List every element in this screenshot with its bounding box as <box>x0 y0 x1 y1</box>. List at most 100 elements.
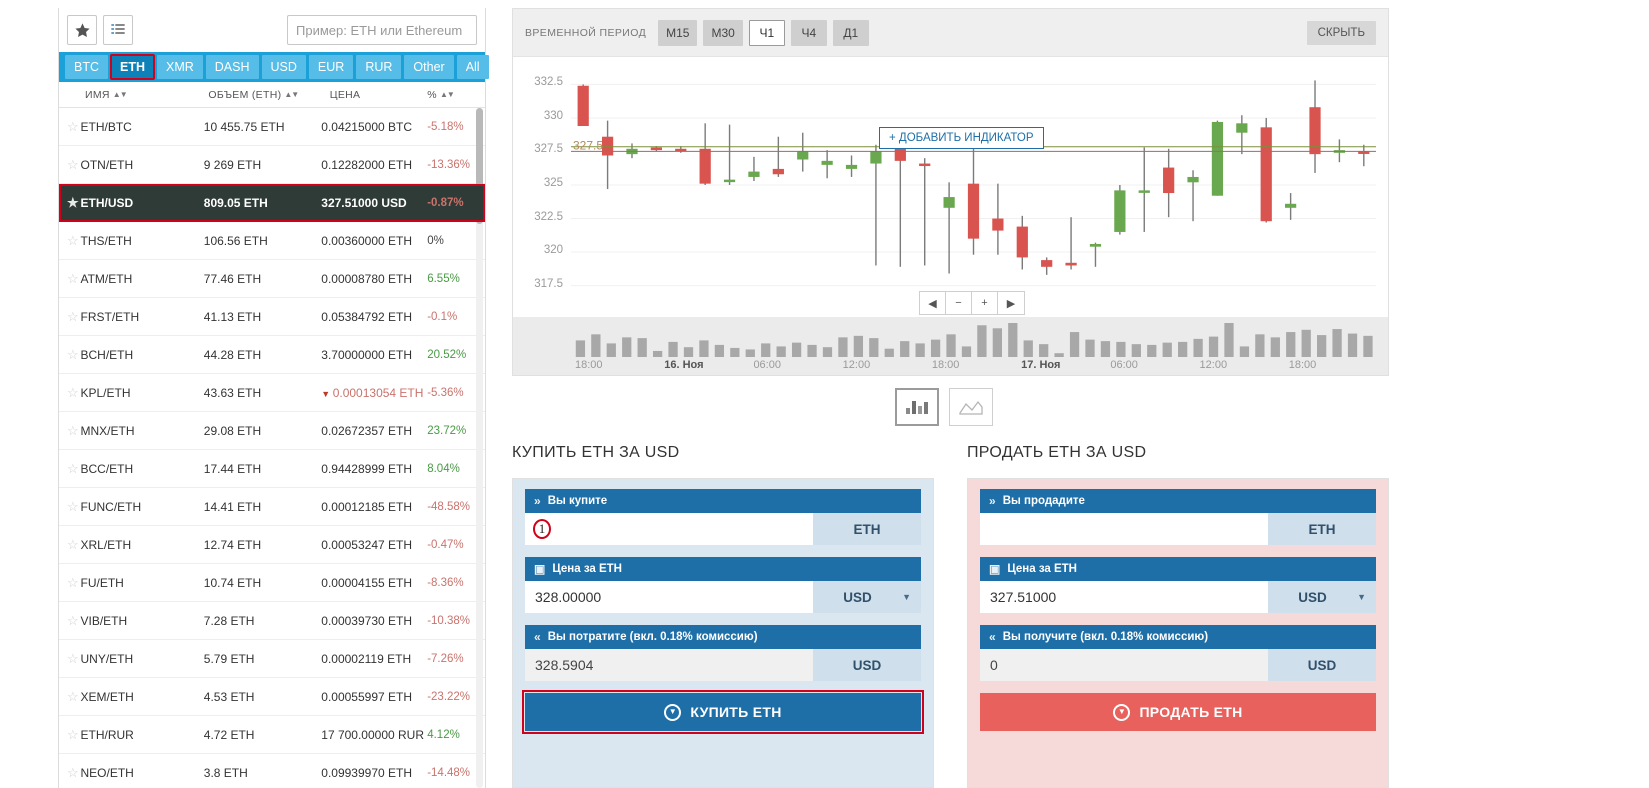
star-filled-icon[interactable]: ★ <box>59 195 80 211</box>
star-outline-icon[interactable]: ☆ <box>59 385 80 401</box>
sort-arrows-icon[interactable]: ▲▼ <box>113 90 128 99</box>
sell-total-header: « Вы получите (вкл. 0.18% комиссию) <box>980 625 1376 649</box>
star-outline-icon[interactable]: ☆ <box>59 613 80 629</box>
cell-price: 0.00012185 ETH <box>321 499 412 514</box>
table-row[interactable]: ☆ ATM/ETH 77.46 ETH 0.00008780 ETH 6.55% <box>59 260 485 298</box>
column-header-price[interactable]: ЦЕНА <box>330 89 428 101</box>
table-row[interactable]: ☆ FRST/ETH 41.13 ETH 0.05384792 ETH -0.1% <box>59 298 485 336</box>
currency-tab-all[interactable]: All <box>456 55 489 79</box>
star-outline-icon[interactable]: ☆ <box>59 689 80 705</box>
x-axis-tick-label: 18:00 <box>931 359 960 371</box>
table-row[interactable]: ☆ KPL/ETH 43.63 ETH ▼ 0.00013054 ETH -5.36% <box>59 374 485 412</box>
table-row[interactable]: ☆ ETH/RUR 4.72 ETH 17 700.00000 RUR 4.12% <box>59 716 485 754</box>
table-row[interactable]: ☆ MNX/ETH 29.08 ETH 0.02672357 ETH 23.72% <box>59 412 485 450</box>
zoom-in-button[interactable]: + <box>972 292 998 314</box>
search-input[interactable] <box>287 15 477 45</box>
table-row[interactable]: ☆ XRL/ETH 12.74 ETH 0.00053247 ETH -0.47% <box>59 526 485 564</box>
sort-arrows-icon[interactable]: ▲▼ <box>440 90 455 99</box>
table-row[interactable]: ☆ NEO/ETH 3.8 ETH 0.09939970 ETH -14.48% <box>59 754 485 788</box>
star-outline-icon[interactable]: ☆ <box>59 765 80 781</box>
table-row[interactable]: ☆ XEM/ETH 4.53 ETH 0.00055997 ETH -23.22% <box>59 678 485 716</box>
star-outline-icon[interactable]: ☆ <box>59 499 80 515</box>
timeframe-label: ВРЕМЕННОЙ ПЕРИОД <box>525 26 647 39</box>
timeframe-button-m30[interactable]: M30 <box>703 19 743 46</box>
table-row[interactable]: ☆ THS/ETH 106.56 ETH 0.00360000 ETH 0% <box>59 222 485 260</box>
x-axis-tick-label: 16. Ноя <box>664 359 704 371</box>
column-header-volume[interactable]: ОБЪЕМ (ETH) ▲▼ <box>208 89 329 101</box>
table-row[interactable]: ☆ BCH/ETH 44.28 ETH 3.70000000 ETH 20.52% <box>59 336 485 374</box>
buy-amount-input[interactable] <box>525 513 813 545</box>
star-outline-icon[interactable]: ☆ <box>59 233 80 249</box>
currency-tab-btc[interactable]: BTC <box>65 55 108 79</box>
sell-total-input <box>980 649 1268 681</box>
candlestick-chart[interactable]: + ДОБАВИТЬ ИНДИКАТОР 327.5 317.5 320 322.5… <box>513 57 1388 317</box>
star-outline-icon[interactable]: ☆ <box>59 575 80 591</box>
sell-submit-button[interactable]: ▼ ПРОДАТЬ ETH <box>980 693 1376 731</box>
sell-amount-input[interactable] <box>980 513 1268 545</box>
pan-left-button[interactable]: ◀ <box>920 292 946 314</box>
table-row[interactable]: ☆ ETH/BTC 10 455.75 ETH 0.04215000 BTC -5.18… <box>59 108 485 146</box>
price-chart-card: ВРЕМЕННОЙ ПЕРИОД M15 M30 Ч1 Ч4 Д1 СКРЫТЬ + Д… <box>512 8 1389 376</box>
pan-right-button[interactable]: ▶ <box>998 292 1024 314</box>
table-row[interactable]: ☆ OTN/ETH 9 269 ETH 0.12282000 ETH -13.36% <box>59 146 485 184</box>
cell-price: 0.09939970 ETH <box>321 765 412 780</box>
star-icon[interactable] <box>67 15 97 45</box>
star-outline-icon[interactable]: ☆ <box>59 309 80 325</box>
column-header-name-label: ИМЯ <box>85 88 110 101</box>
sell-price-currency-select[interactable]: USD ▼ <box>1268 581 1376 613</box>
buy-submit-button[interactable]: ▼ КУПИТЬ ETH <box>522 690 924 734</box>
column-header-name[interactable]: ИМЯ ▲▼ <box>59 89 208 101</box>
cell-price: 0.00004155 ETH <box>321 575 412 590</box>
star-outline-icon[interactable]: ☆ <box>59 347 80 363</box>
star-outline-icon[interactable]: ☆ <box>59 651 80 667</box>
star-outline-icon[interactable]: ☆ <box>59 157 80 173</box>
zoom-out-button[interactable]: − <box>946 292 972 314</box>
candlestick-chart-icon[interactable] <box>895 388 939 426</box>
star-outline-icon[interactable]: ☆ <box>59 423 80 439</box>
star-outline-icon[interactable]: ☆ <box>59 119 80 135</box>
currency-tab-usd[interactable]: USD <box>261 55 306 79</box>
cell-pair: XEM/ETH <box>80 689 134 704</box>
table-row[interactable]: ☆ FU/ETH 10.74 ETH 0.00004155 ETH -8.36% <box>59 564 485 602</box>
buy-total-group: « Вы потратите (вкл. 0.18% комиссию) USD <box>525 625 921 681</box>
sell-form-title: ПРОДАТЬ ETH ЗА USD <box>967 444 1147 461</box>
cell-volume: 43.63 ETH <box>203 385 262 400</box>
timeframe-button-m15[interactable]: M15 <box>658 19 698 46</box>
star-outline-icon[interactable]: ☆ <box>59 461 80 477</box>
hide-chart-button[interactable]: СКРЫТЬ <box>1306 20 1376 45</box>
currency-tab-eur[interactable]: EUR <box>308 55 354 79</box>
table-row[interactable]: ☆ UNY/ETH 5.79 ETH 0.00002119 ETH -7.26% <box>59 640 485 678</box>
currency-tab-other[interactable]: Other <box>404 55 454 79</box>
buy-amount-label: Вы купите <box>547 495 608 507</box>
buy-amount-group: » Вы купите 1 ETH <box>525 489 921 545</box>
x-axis-tick-label: 06:00 <box>1110 359 1138 371</box>
timeframe-button-д1[interactable]: Д1 <box>832 19 869 46</box>
table-row[interactable]: ☆ BCC/ETH 17.44 ETH 0.94428999 ETH 8.04% <box>59 450 485 488</box>
currency-tab-xmr[interactable]: XMR <box>157 55 203 79</box>
sell-price-input[interactable] <box>980 581 1268 613</box>
star-outline-icon[interactable]: ☆ <box>59 271 80 287</box>
timeframe-button-ч1[interactable]: Ч1 <box>748 19 785 46</box>
star-outline-icon[interactable]: ☆ <box>59 727 80 743</box>
column-header-percent[interactable]: % ▲▼ <box>427 89 485 101</box>
table-row[interactable]: ★ ETH/USD 809.05 ETH 327.51000 USD -0.87% <box>59 184 485 222</box>
list-icon[interactable] <box>103 15 133 45</box>
sort-arrows-icon[interactable]: ▲▼ <box>284 90 299 99</box>
add-indicator-button[interactable]: + ДОБАВИТЬ ИНДИКАТОР <box>879 127 1044 149</box>
star-outline-icon[interactable]: ☆ <box>59 537 80 553</box>
buy-amount-header: » Вы купите <box>525 489 921 513</box>
cell-price: 327.51000 USD <box>321 195 407 210</box>
currency-tab-rur[interactable]: RUR <box>356 55 402 79</box>
currency-tab-eth[interactable]: ETH <box>110 54 155 80</box>
table-row[interactable]: ☆ FUNC/ETH 14.41 ETH 0.00012185 ETH -48.58% <box>59 488 485 526</box>
timeframe-button-ч4[interactable]: Ч4 <box>790 19 827 46</box>
cell-pair: ETH/USD <box>80 195 134 210</box>
area-chart-icon[interactable] <box>949 388 993 426</box>
buy-amount-unit: ETH <box>813 513 921 545</box>
currency-tab-dash[interactable]: DASH <box>205 55 259 79</box>
table-row[interactable]: ☆ VIB/ETH 7.28 ETH 0.00039730 ETH -10.38% <box>59 602 485 640</box>
buy-price-input[interactable] <box>525 581 813 613</box>
buy-price-header: ▣ Цена за ETH <box>525 557 921 581</box>
buy-price-currency-select[interactable]: USD ▼ <box>813 581 921 613</box>
column-header-percent-label: % <box>427 88 437 101</box>
